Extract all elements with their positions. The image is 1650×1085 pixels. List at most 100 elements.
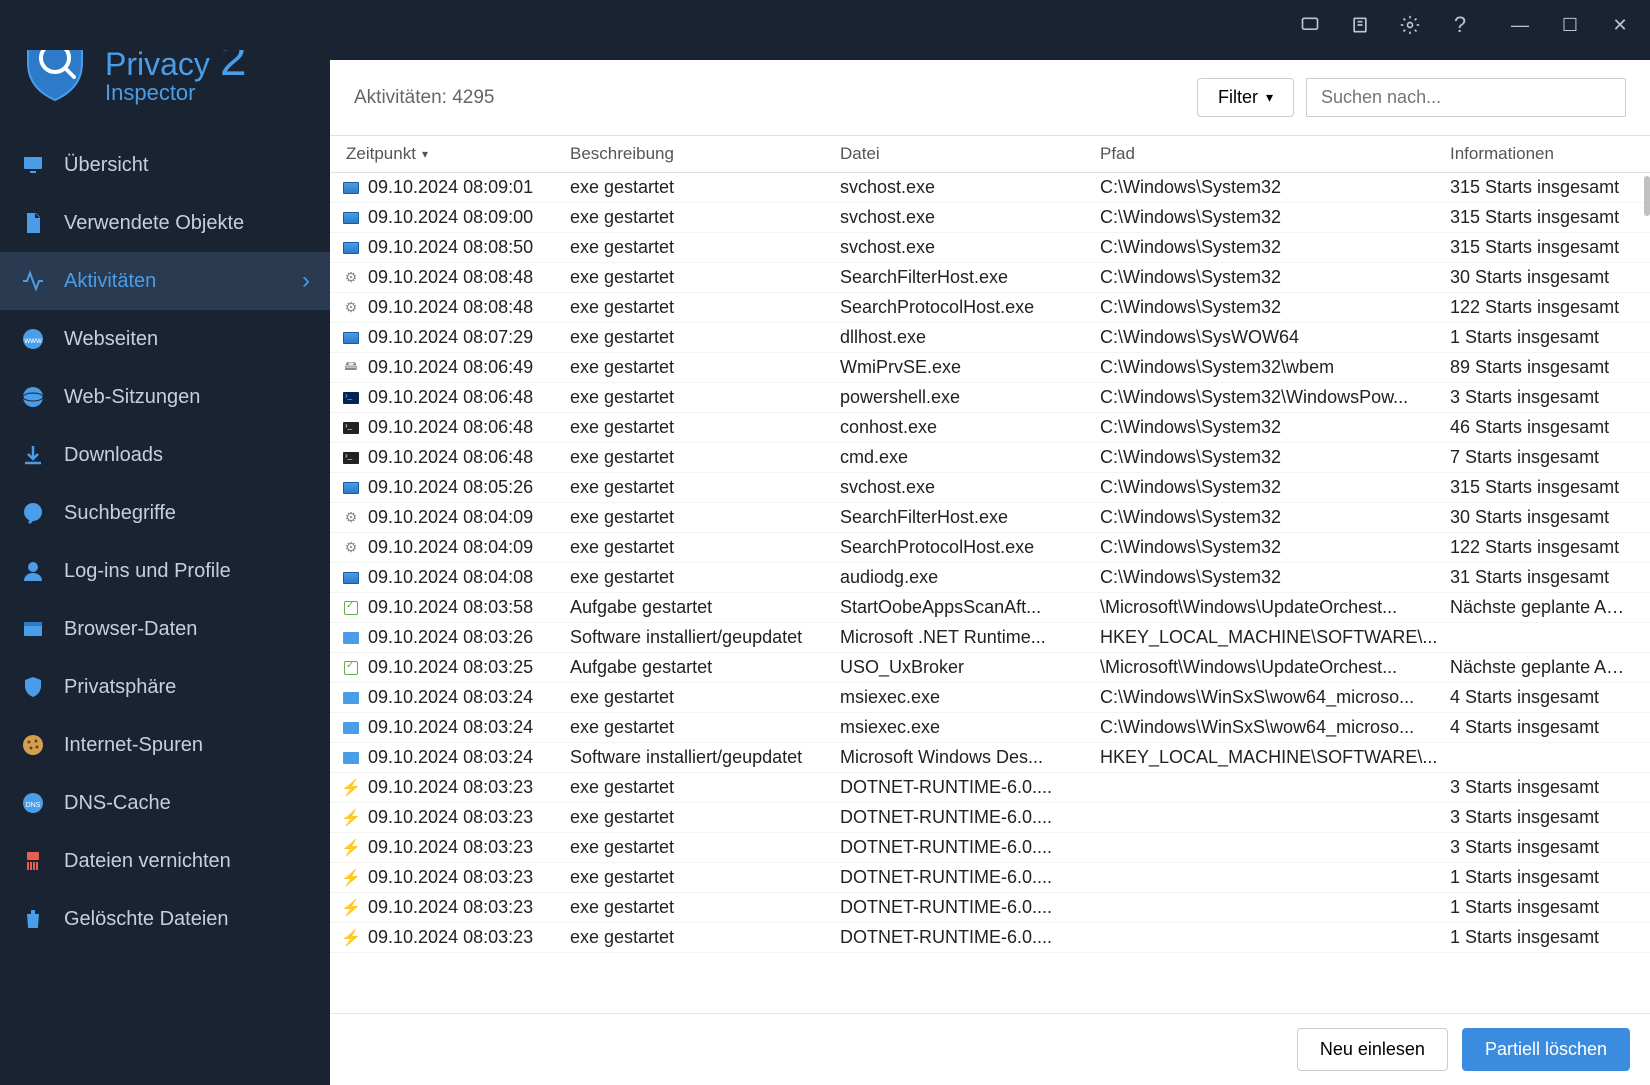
table-row[interactable]: 09.10.2024 08:09:01 exe gestartet svchos… bbox=[330, 173, 1650, 203]
cell-file: conhost.exe bbox=[840, 417, 1100, 438]
table-row[interactable]: 09.10.2024 08:09:00 exe gestartet svchos… bbox=[330, 203, 1650, 233]
row-type-icon bbox=[340, 749, 362, 767]
notes-icon[interactable] bbox=[1350, 15, 1370, 35]
table-row[interactable]: 09.10.2024 08:03:26 Software installiert… bbox=[330, 623, 1650, 653]
row-type-icon: ⚡ bbox=[340, 779, 362, 797]
cell-path: C:\Windows\System32 bbox=[1100, 537, 1450, 558]
cell-time: 09.10.2024 08:06:48 bbox=[368, 387, 533, 408]
column-header-desc[interactable]: Beschreibung bbox=[570, 144, 840, 164]
table-row[interactable]: ⚙09.10.2024 08:04:09 exe gestartet Searc… bbox=[330, 503, 1650, 533]
table-row[interactable]: 09.10.2024 08:07:29 exe gestartet dllhos… bbox=[330, 323, 1650, 353]
cell-time: 09.10.2024 08:09:01 bbox=[368, 177, 533, 198]
table-row[interactable]: 🖴09.10.2024 08:06:49 exe gestartet WmiPr… bbox=[330, 353, 1650, 383]
cell-path: C:\Windows\System32\wbem bbox=[1100, 357, 1450, 378]
sidebar-item-browser-data[interactable]: Browser-Daten bbox=[0, 600, 330, 658]
table-row[interactable]: 09.10.2024 08:03:24 exe gestartet msiexe… bbox=[330, 713, 1650, 743]
cell-path: HKEY_LOCAL_MACHINE\SOFTWARE\... bbox=[1100, 747, 1450, 768]
table-row[interactable]: 09.10.2024 08:03:58 Aufgabe gestartet St… bbox=[330, 593, 1650, 623]
sidebar-item-download[interactable]: Downloads bbox=[0, 426, 330, 484]
cell-info: 1 Starts insgesamt bbox=[1450, 867, 1640, 888]
cell-path: \Microsoft\Windows\UpdateOrchest... bbox=[1100, 657, 1450, 678]
table-header: Zeitpunkt ▾ Beschreibung Datei Pfad Info… bbox=[330, 136, 1650, 173]
sidebar-item-activity[interactable]: Aktivitäten bbox=[0, 252, 330, 310]
table-row[interactable]: 09.10.2024 08:04:08 exe gestartet audiod… bbox=[330, 563, 1650, 593]
table-row[interactable]: 09.10.2024 08:03:24 Software installiert… bbox=[330, 743, 1650, 773]
cell-info: 315 Starts insgesamt bbox=[1450, 207, 1640, 228]
table-row[interactable]: ⚡09.10.2024 08:03:23 exe gestartet DOTNE… bbox=[330, 773, 1650, 803]
table-row[interactable]: ⚡09.10.2024 08:03:23 exe gestartet DOTNE… bbox=[330, 923, 1650, 953]
cell-info: 3 Starts insgesamt bbox=[1450, 837, 1640, 858]
sidebar-item-search-bubble[interactable]: Suchbegriffe bbox=[0, 484, 330, 542]
cell-file: DOTNET-RUNTIME-6.0.... bbox=[840, 837, 1100, 858]
cell-file: svchost.exe bbox=[840, 207, 1100, 228]
close-button[interactable]: ✕ bbox=[1610, 15, 1630, 35]
settings-icon[interactable] bbox=[1400, 15, 1420, 35]
cell-time: 09.10.2024 08:08:48 bbox=[368, 267, 533, 288]
cell-time: 09.10.2024 08:06:48 bbox=[368, 447, 533, 468]
sidebar-item-trash[interactable]: Gelöschte Dateien bbox=[0, 890, 330, 948]
table-row[interactable]: ⚙09.10.2024 08:04:09 exe gestartet Searc… bbox=[330, 533, 1650, 563]
delete-button[interactable]: Partiell löschen bbox=[1462, 1028, 1630, 1071]
cell-file: msiexec.exe bbox=[840, 717, 1100, 738]
table-row[interactable]: 09.10.2024 08:03:25 Aufgabe gestartet US… bbox=[330, 653, 1650, 683]
web-session-icon bbox=[20, 384, 46, 410]
table-row[interactable]: 09.10.2024 08:06:48 exe gestartet powers… bbox=[330, 383, 1650, 413]
table-row[interactable]: 09.10.2024 08:03:24 exe gestartet msiexe… bbox=[330, 683, 1650, 713]
table-row[interactable]: 09.10.2024 08:08:50 exe gestartet svchos… bbox=[330, 233, 1650, 263]
cell-info: Nächste geplante Au... bbox=[1450, 597, 1640, 618]
sidebar-item-web-session[interactable]: Web-Sitzungen bbox=[0, 368, 330, 426]
feedback-icon[interactable] bbox=[1300, 15, 1320, 35]
column-header-path[interactable]: Pfad bbox=[1100, 144, 1450, 164]
table-row[interactable]: 09.10.2024 08:06:48 exe gestartet conhos… bbox=[330, 413, 1650, 443]
filter-button[interactable]: Filter bbox=[1197, 78, 1294, 117]
sidebar-item-shred[interactable]: Dateien vernichten bbox=[0, 832, 330, 890]
maximize-button[interactable]: ☐ bbox=[1560, 15, 1580, 35]
column-header-time[interactable]: Zeitpunkt ▾ bbox=[340, 144, 570, 164]
cell-time: 09.10.2024 08:03:24 bbox=[368, 747, 533, 768]
cell-desc: exe gestartet bbox=[570, 417, 840, 438]
reload-button[interactable]: Neu einlesen bbox=[1297, 1028, 1448, 1071]
table-row[interactable]: ⚡09.10.2024 08:03:23 exe gestartet DOTNE… bbox=[330, 863, 1650, 893]
row-type-icon bbox=[340, 479, 362, 497]
cell-file: powershell.exe bbox=[840, 387, 1100, 408]
row-type-icon: ⚡ bbox=[340, 809, 362, 827]
sidebar-item-globe[interactable]: wwwWebseiten bbox=[0, 310, 330, 368]
cell-info: 3 Starts insgesamt bbox=[1450, 387, 1640, 408]
sidebar-item-monitor[interactable]: Übersicht bbox=[0, 136, 330, 194]
sidebar-item-shield[interactable]: Privatsphäre bbox=[0, 658, 330, 716]
column-header-file[interactable]: Datei bbox=[840, 144, 1100, 164]
svg-text:DNS: DNS bbox=[26, 802, 41, 809]
cell-file: msiexec.exe bbox=[840, 687, 1100, 708]
cell-info: 1 Starts insgesamt bbox=[1450, 327, 1640, 348]
sidebar-item-cookie[interactable]: Internet-Spuren bbox=[0, 716, 330, 774]
minimize-button[interactable]: — bbox=[1510, 15, 1530, 35]
table-row[interactable]: ⚡09.10.2024 08:03:23 exe gestartet DOTNE… bbox=[330, 893, 1650, 923]
cell-info: Nächste geplante Au... bbox=[1450, 657, 1640, 678]
download-icon bbox=[20, 442, 46, 468]
cell-time: 09.10.2024 08:03:23 bbox=[368, 777, 533, 798]
table-row[interactable]: ⚙09.10.2024 08:08:48 exe gestartet Searc… bbox=[330, 293, 1650, 323]
search-input[interactable] bbox=[1306, 78, 1626, 117]
row-type-icon: ⚡ bbox=[340, 899, 362, 917]
document-icon bbox=[20, 210, 46, 236]
table-row[interactable]: ⚡09.10.2024 08:03:23 exe gestartet DOTNE… bbox=[330, 803, 1650, 833]
help-icon[interactable]: ? bbox=[1450, 15, 1470, 35]
scrollbar-thumb[interactable] bbox=[1644, 176, 1650, 216]
content-header: Aktivitäten: 4295 Filter bbox=[330, 60, 1650, 136]
table-row[interactable]: ⚙09.10.2024 08:08:48 exe gestartet Searc… bbox=[330, 263, 1650, 293]
cell-path: C:\Windows\System32 bbox=[1100, 477, 1450, 498]
table-row[interactable]: 09.10.2024 08:06:48 exe gestartet cmd.ex… bbox=[330, 443, 1650, 473]
column-header-info[interactable]: Informationen bbox=[1450, 144, 1640, 164]
sidebar-item-user[interactable]: Log-ins und Profile bbox=[0, 542, 330, 600]
cell-desc: exe gestartet bbox=[570, 807, 840, 828]
cell-time: 09.10.2024 08:03:25 bbox=[368, 657, 533, 678]
sidebar-item-label: Dateien vernichten bbox=[64, 850, 231, 873]
sidebar-item-dns[interactable]: DNSDNS-Cache bbox=[0, 774, 330, 832]
sidebar-item-label: Übersicht bbox=[64, 154, 148, 177]
table-row[interactable]: ⚡09.10.2024 08:03:23 exe gestartet DOTNE… bbox=[330, 833, 1650, 863]
cell-path: C:\Windows\System32 bbox=[1100, 177, 1450, 198]
cell-path: C:\Windows\System32 bbox=[1100, 267, 1450, 288]
sidebar-item-document[interactable]: Verwendete Objekte bbox=[0, 194, 330, 252]
table-row[interactable]: 09.10.2024 08:05:26 exe gestartet svchos… bbox=[330, 473, 1650, 503]
cell-path: HKEY_LOCAL_MACHINE\SOFTWARE\... bbox=[1100, 627, 1450, 648]
